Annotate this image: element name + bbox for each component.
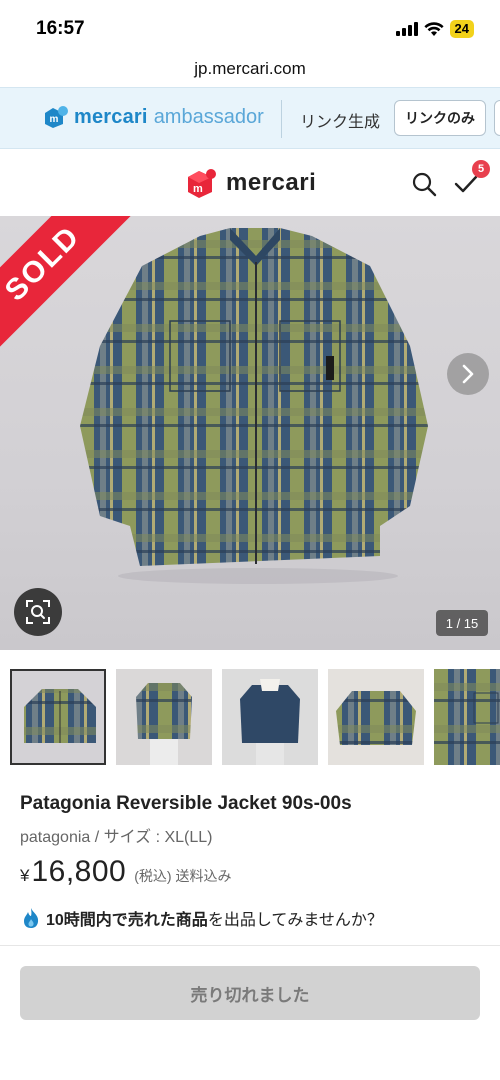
signal-icon (395, 22, 418, 36)
thumbnail-3[interactable] (222, 669, 318, 765)
image-counter: 1 / 15 (436, 610, 488, 636)
promo-bold-text: 10時間内で売れた商品 (46, 912, 208, 929)
link-generate-label: リンク生成 (300, 114, 381, 131)
sold-out-button[interactable]: 売り切れました (20, 966, 480, 1020)
ambassador-logo[interactable]: m mercari ambassador (42, 104, 264, 130)
tax-shipping-note: (税込) 送料込み (134, 868, 232, 884)
promo-text: を出品してみませんか？ (207, 912, 383, 929)
site-header: m mercari 5 (0, 150, 500, 216)
svg-text:m: m (50, 114, 59, 125)
price-row: ¥ 16,800 (税込) 送料込み (20, 855, 231, 889)
svg-text:m: m (193, 183, 203, 195)
url-bar[interactable]: jp.mercari.com (0, 54, 500, 84)
thumbnail-4[interactable] (328, 669, 424, 765)
thumbnail-1[interactable] (10, 669, 106, 765)
thumbnail-strip (10, 669, 500, 765)
search-icon[interactable] (410, 170, 438, 198)
thumbnail-image (222, 669, 318, 765)
mercari-logo-icon: m (45, 106, 68, 128)
product-title: Patagonia Reversible Jacket 90s-00s (20, 793, 352, 814)
jacket-photo (80, 228, 428, 584)
flame-icon (24, 908, 39, 928)
status-time: 16:57 (36, 18, 85, 39)
thumbnail-5[interactable] (434, 669, 500, 765)
ambassador-sub: ambassador (153, 105, 264, 128)
wifi-icon (423, 21, 444, 36)
next-image-button[interactable] (447, 353, 489, 395)
thumbnail-2[interactable] (116, 669, 212, 765)
section-divider (0, 945, 500, 946)
ambassador-bar: m mercari ambassador リンク生成 リンクのみ (0, 87, 500, 149)
ambassador-brand: mercari (74, 105, 148, 128)
thumbnail-image (328, 669, 424, 765)
chevron-right-icon (462, 364, 474, 384)
status-bar: 16:57 24 (0, 0, 500, 58)
mercari-logo-text: mercari (226, 169, 317, 196)
battery-icon: 24 (449, 20, 474, 38)
link-only-button[interactable]: リンクのみ (394, 100, 486, 136)
notification-badge: 5 (472, 160, 490, 178)
thumbnail-image (116, 669, 212, 765)
mercari-box-icon: m (188, 169, 216, 198)
thumbnail-image (12, 671, 104, 763)
product-main-image[interactable]: SOLD 1 / 15 (0, 216, 500, 650)
mercari-logo[interactable]: m mercari (184, 166, 316, 200)
ambassador-more-button[interactable] (494, 100, 500, 136)
promo-banner[interactable]: 10時間内で売れた商品を出品してみませんか？ (22, 906, 383, 930)
status-icons: 24 (395, 20, 474, 38)
ambassador-divider (281, 100, 282, 138)
product-brand-size[interactable]: patagonia / サイズ : XL(LL) (20, 823, 213, 847)
scan-search-icon (26, 600, 50, 624)
thumbnail-image (434, 669, 500, 765)
price-currency: ¥ (20, 866, 30, 885)
image-search-button[interactable] (14, 588, 62, 636)
product-price: 16,800 (31, 855, 127, 888)
